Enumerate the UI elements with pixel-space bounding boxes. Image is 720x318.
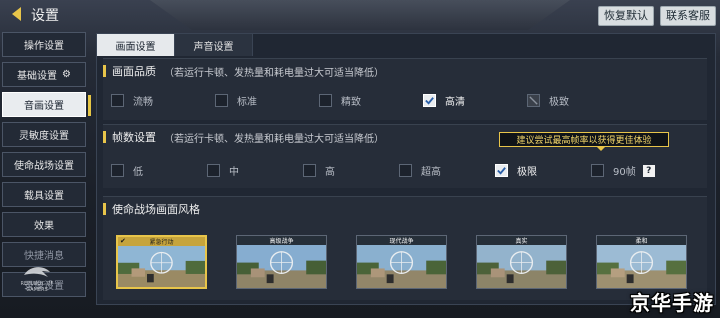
settings-tabs: 画面设置 声音设置	[97, 34, 253, 56]
back-arrow-icon	[12, 7, 21, 21]
top-bar: 设置 恢复默认 联系客服	[0, 0, 720, 30]
option-label: 流畅	[133, 97, 153, 108]
sidebar-item-battlefield[interactable]: 使命战场设置	[2, 152, 86, 177]
framerate-option-high[interactable]: 高	[303, 163, 399, 178]
style-preview-image	[597, 245, 686, 288]
top-actions: 恢复默认 联系客服	[598, 6, 716, 26]
rog-logo: REPUBLIC OF GAMERS	[5, 258, 69, 298]
sidebar-item-audio-visual[interactable]: 音画设置	[2, 92, 91, 117]
framerate-header: 帧数设置 （若运行卡顿、发热量和耗电量过大可适当降低）	[103, 128, 384, 146]
sidebar-item-label: 基础设置	[17, 71, 58, 82]
section-accent-bar	[103, 65, 106, 77]
quality-hint: （若运行卡顿、发热量和耗电量过大可适当降低）	[164, 67, 384, 79]
sidebar-item-label: 效果	[34, 221, 54, 232]
watermark-text: 京华手游	[630, 291, 714, 315]
framerate-hint: （若运行卡顿、发热量和耗电量过大可适当降低）	[164, 133, 384, 145]
checkbox[interactable]	[111, 164, 124, 177]
settings-panel: 画面设置 声音设置 画面品质 （若运行卡顿、发热量和耗电量过大可适当降低） 流畅…	[96, 33, 716, 305]
quality-options: 流畅 标准 精致 高清 极致	[111, 93, 631, 108]
quality-option-ultra[interactable]: 极致	[527, 93, 631, 108]
style-card-label: 真实	[477, 236, 566, 245]
sidebar-item-sensitivity[interactable]: 灵敏度设置	[2, 122, 86, 147]
back-button[interactable]	[6, 3, 28, 25]
checkbox[interactable]	[215, 94, 228, 107]
style-card-label: 现代战争	[357, 236, 446, 245]
gear-icon: ⚙	[62, 69, 71, 80]
quality-section: 画面品质 （若运行卡顿、发热量和耗电量过大可适当降低） 流畅 标准 精致 高清 …	[103, 58, 707, 120]
rog-logo-line-2: GAMERS	[26, 287, 48, 293]
style-title: 使命战场画面风格	[112, 203, 200, 216]
tab-graphics[interactable]: 画面设置	[97, 34, 175, 56]
tab-sound[interactable]: 声音设置	[175, 34, 253, 56]
framerate-option-low[interactable]: 低	[111, 163, 207, 178]
style-header: 使命战场画面风格	[103, 200, 200, 218]
option-label: 极限	[517, 167, 537, 178]
locked-slash-icon	[529, 96, 538, 105]
sidebar-item-label: 音画设置	[24, 101, 64, 112]
check-icon: ✔	[120, 237, 126, 245]
checkmark-icon	[425, 97, 434, 105]
restore-default-button[interactable]: 恢复默认	[598, 6, 654, 26]
option-label: 精致	[341, 97, 361, 108]
option-label: 高清	[445, 97, 465, 108]
checkbox-locked[interactable]	[527, 94, 540, 107]
quality-option-smooth[interactable]: 流畅	[111, 93, 215, 108]
style-preview-image	[357, 245, 446, 288]
framerate-option-medium[interactable]: 中	[207, 163, 303, 178]
style-card-realistic[interactable]: 真实	[476, 235, 567, 289]
quality-option-refined[interactable]: 精致	[319, 93, 423, 108]
framerate-option-90fps[interactable]: 90帧?	[591, 163, 687, 178]
quality-title: 画面品质	[112, 65, 156, 78]
framerate-tooltip: 建议尝试最高帧率以获得更佳体验	[499, 132, 669, 151]
checkmark-icon	[497, 167, 506, 175]
sidebar-item-label: 灵敏度设置	[19, 131, 69, 142]
style-card-emergency[interactable]: 紧急行动 ✔	[116, 235, 207, 289]
framerate-option-ultra-high[interactable]: 超高	[399, 163, 495, 178]
checkbox[interactable]	[303, 164, 316, 177]
sidebar-item-vehicle[interactable]: 载具设置	[2, 182, 86, 207]
option-label: 中	[229, 167, 239, 178]
sidebar-item-label: 使命战场设置	[14, 161, 74, 172]
style-card-label: 柔和	[597, 236, 686, 245]
contact-support-button[interactable]: 联系客服	[660, 6, 716, 26]
option-label: 90帧	[613, 167, 636, 178]
style-card-label: 紧急行动	[118, 237, 205, 246]
page-title: 设置	[31, 8, 59, 24]
rog-eye-icon	[24, 267, 50, 277]
sidebar-item-label: 操作设置	[24, 41, 64, 52]
sidebar-item-label: 载具设置	[24, 191, 64, 202]
checkbox-checked[interactable]	[423, 94, 436, 107]
checkbox[interactable]	[319, 94, 332, 107]
framerate-options: 低 中 高 超高 极限 90帧?	[111, 163, 687, 178]
option-label: 高	[325, 167, 335, 178]
option-label: 低	[133, 167, 143, 178]
option-label: 标准	[237, 97, 257, 108]
section-accent-bar	[103, 131, 106, 143]
style-card-label: 高级战争	[237, 236, 326, 245]
style-preview-image	[237, 245, 326, 288]
section-accent-bar	[103, 203, 106, 215]
style-card-modern-war[interactable]: 现代战争	[356, 235, 447, 289]
framerate-option-extreme[interactable]: 极限	[495, 163, 591, 178]
sidebar-item-controls[interactable]: 操作设置	[2, 32, 86, 57]
checkbox-checked[interactable]	[495, 164, 508, 177]
checkbox[interactable]	[591, 164, 604, 177]
quality-option-hd[interactable]: 高清	[423, 93, 527, 108]
help-icon[interactable]: ?	[642, 164, 655, 177]
framerate-title: 帧数设置	[112, 131, 156, 144]
style-cards: 紧急行动 ✔ 高级战争 现代战争 真实 柔和	[116, 235, 687, 289]
checkbox[interactable]	[111, 94, 124, 107]
style-card-soft[interactable]: 柔和	[596, 235, 687, 289]
quality-option-standard[interactable]: 标准	[215, 93, 319, 108]
sidebar-item-basic[interactable]: 基础设置 ⚙	[2, 62, 86, 87]
sidebar-item-effects[interactable]: 效果	[2, 212, 86, 237]
checkbox[interactable]	[399, 164, 412, 177]
style-preview-image	[118, 246, 205, 287]
quality-header: 画面品质 （若运行卡顿、发热量和耗电量过大可适当降低）	[103, 62, 384, 80]
checkbox[interactable]	[207, 164, 220, 177]
style-card-advanced-war[interactable]: 高级战争	[236, 235, 327, 289]
style-preview-image	[477, 245, 566, 288]
option-label: 超高	[421, 167, 441, 178]
option-label: 极致	[549, 97, 569, 108]
